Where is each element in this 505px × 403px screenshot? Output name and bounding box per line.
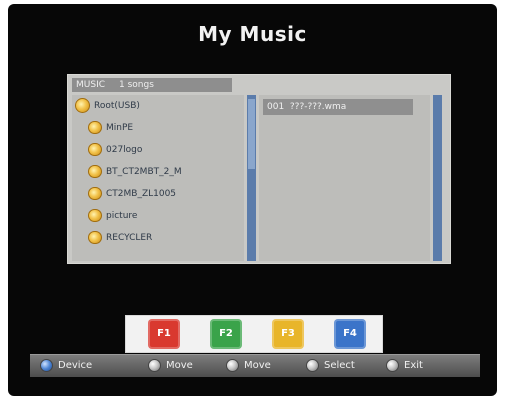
folder-icon [88, 121, 102, 134]
folder-icon [88, 165, 102, 178]
f1-red-button[interactable]: F1 [148, 319, 180, 349]
page-title: My Music [198, 22, 307, 46]
header-category: MUSIC [76, 80, 106, 90]
folder-scrollbar[interactable] [247, 95, 256, 261]
folder-item[interactable]: picture [88, 207, 137, 225]
hint-label: Select [324, 360, 355, 371]
hint-label: Exit [404, 360, 423, 371]
function-key-bar: F1 F2 F3 F4 [125, 315, 383, 353]
ok-icon [306, 358, 319, 372]
hint-exit[interactable]: Exit [386, 355, 423, 377]
folder-label: Root(USB) [94, 101, 140, 111]
f3-yellow-button[interactable]: F3 [272, 319, 304, 349]
f4-blue-button[interactable]: F4 [334, 319, 366, 349]
help-bar: Device Move Move Select Exit [30, 354, 480, 377]
folder-label: 027logo [106, 145, 143, 155]
hint-move-vertical[interactable]: Move [148, 355, 193, 377]
hint-move-horizontal[interactable]: Move [226, 355, 271, 377]
tv-screen: My Music MUSIC 1 songs Root(USB) MinPE 02… [8, 4, 497, 396]
folder-item[interactable]: CT2MB_ZL1005 [88, 185, 176, 203]
f2-green-button[interactable]: F2 [210, 319, 242, 349]
folder-label: picture [106, 211, 138, 221]
file-browser-panel: MUSIC 1 songs Root(USB) MinPE 027logo BT_… [67, 74, 451, 264]
hint-label: Move [166, 360, 193, 371]
folder-scrollbar-thumb[interactable] [248, 99, 255, 169]
folder-label: RECYCLER [106, 233, 153, 243]
header-count: 1 songs [119, 80, 154, 90]
folder-label: CT2MB_ZL1005 [106, 189, 177, 199]
hint-device[interactable]: Device [40, 355, 92, 377]
folder-icon [88, 209, 102, 222]
exit-icon [386, 358, 399, 372]
song-item[interactable]: 001 ???-???.wma [263, 99, 413, 115]
folder-icon [88, 187, 102, 200]
folder-label: BT_CT2MBT_2_M [106, 167, 182, 177]
folder-label: MinPE [106, 123, 134, 133]
hint-select[interactable]: Select [306, 355, 355, 377]
folder-item[interactable]: MinPE [88, 119, 133, 137]
browser-header: MUSIC 1 songs [72, 78, 232, 92]
left-right-icon [226, 358, 239, 372]
folder-icon [88, 231, 102, 244]
up-down-icon [148, 358, 161, 372]
folder-item[interactable]: BT_CT2MBT_2_M [88, 163, 182, 181]
folder-list: Root(USB) MinPE 027logo BT_CT2MBT_2_M CT… [72, 95, 244, 261]
folder-item[interactable]: RECYCLER [88, 229, 152, 247]
folder-item[interactable]: 027logo [88, 141, 142, 159]
device-icon [40, 358, 53, 372]
hint-label: Move [244, 360, 271, 371]
song-list: 001 ???-???.wma [259, 95, 430, 261]
folder-icon [88, 143, 102, 156]
song-scrollbar[interactable] [433, 95, 442, 261]
hint-label: Device [58, 360, 93, 371]
folder-icon [75, 98, 90, 113]
folder-item-root[interactable]: Root(USB) [75, 97, 140, 115]
